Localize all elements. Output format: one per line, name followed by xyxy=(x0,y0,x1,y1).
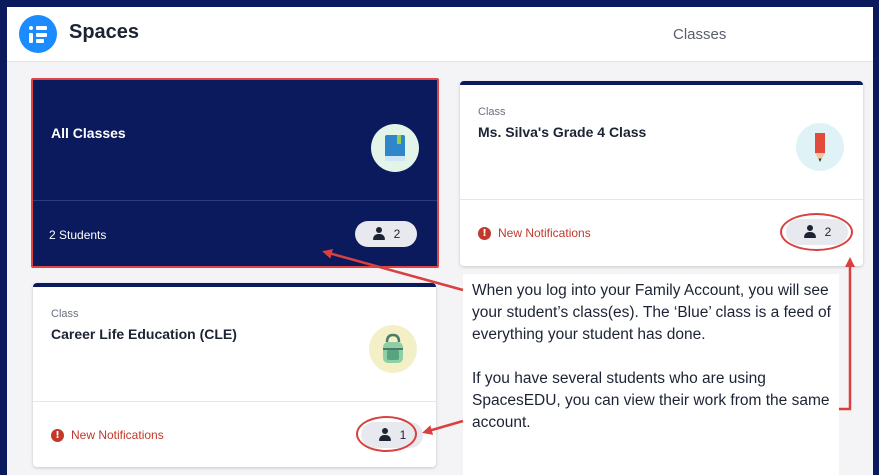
annotation-arrows xyxy=(322,249,855,435)
arrow-to-all-classes xyxy=(322,249,464,292)
app-frame: Spaces Classes All Classes 2 Students 2 … xyxy=(7,7,873,475)
arrow-to-silva-count xyxy=(839,257,855,411)
arrow-to-cle-count xyxy=(422,419,464,435)
